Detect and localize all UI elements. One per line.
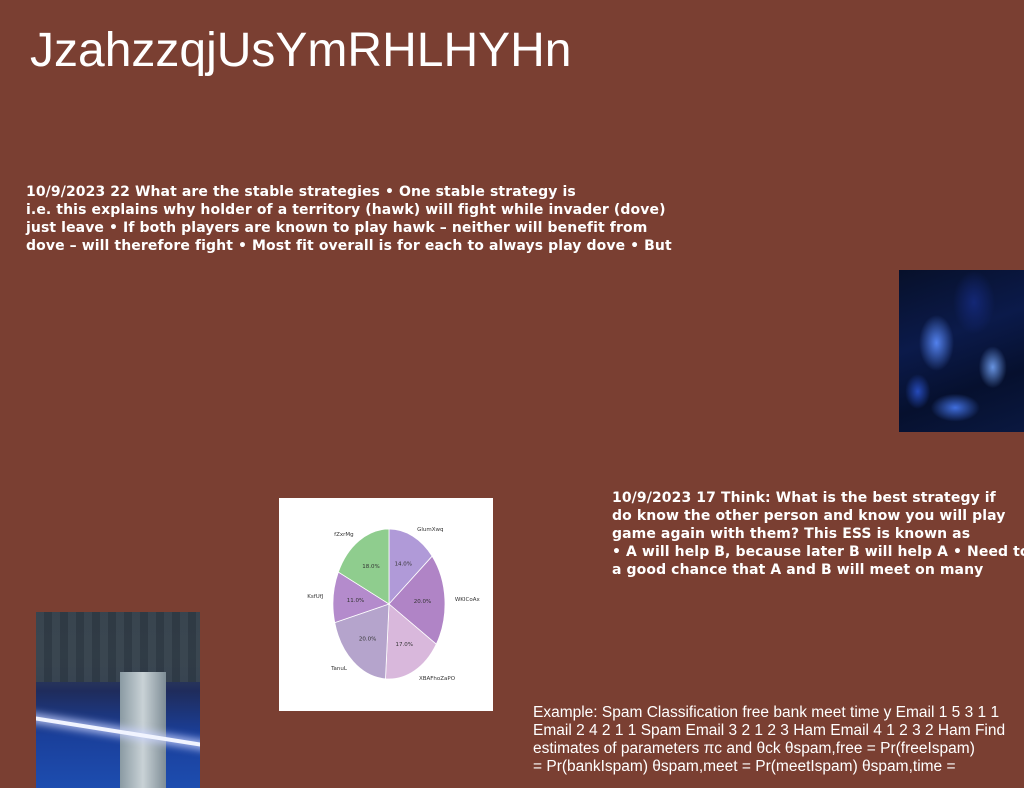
text-line: Email 2 4 2 1 1 Spam Email 3 2 1 2 3 Ham…: [533, 722, 1006, 739]
text-line: a good chance that A and B will meet on …: [612, 562, 984, 578]
pie-percent-label: 14.0%: [395, 561, 412, 567]
text-line: 10/9/2023 17 Think: What is the best str…: [612, 490, 996, 506]
text-line: do know the other person and know you wi…: [612, 508, 1006, 524]
garage-light-strip: [36, 715, 200, 749]
pie-percent-label: 11.0%: [347, 598, 364, 604]
pie-percent-label: 20.0%: [414, 599, 431, 605]
pie-category-label: GlumXwq: [417, 527, 443, 533]
text-block-strategies: 10/9/2023 22 What are the stable strateg…: [26, 183, 672, 255]
pie-category-label: XBAFhoZaPO: [419, 676, 456, 682]
pie-percent-label: 20.0%: [359, 637, 376, 643]
text-line: 10/9/2023 22 What are the stable strateg…: [26, 184, 576, 200]
pie-category-label: fZxrMg: [334, 532, 353, 538]
text-block-think: 10/9/2023 17 Think: What is the best str…: [612, 489, 1024, 579]
pie-percent-label: 18.0%: [362, 564, 379, 570]
page-title: JzahzzqjUsYmRHLHYHn: [30, 24, 572, 77]
garage-ceiling: [36, 612, 200, 682]
text-line: = Pr(bankIspam) θspam,meet = Pr(meetIspa…: [533, 758, 956, 775]
text-block-spam-example: Example: Spam Classification free bank m…: [533, 704, 1005, 776]
pie-category-label: WKICoAx: [455, 597, 481, 603]
text-line: i.e. this explains why holder of a terri…: [26, 202, 666, 218]
parking-garage-photo: [36, 612, 200, 788]
text-line: dove – will therefore fight • Most fit o…: [26, 238, 672, 254]
text-line: just leave • If both players are known t…: [26, 220, 648, 236]
text-line: • A will help B, because later B will he…: [612, 544, 1024, 560]
pie-percent-label: 17.0%: [396, 642, 413, 648]
abstract-blue-photo: [899, 270, 1024, 432]
pie-category-label: TanuL: [330, 666, 348, 672]
text-line: Example: Spam Classification free bank m…: [533, 704, 1000, 721]
pie-category-label: KsfUfJ: [307, 594, 323, 600]
pie-chart: 14.0% GlumXwq 20.0% WKICoAx 17.0% XBAFhoZaPO 2…: [307, 527, 481, 682]
pie-chart-card: 14.0% GlumXwq 20.0% WKICoAx 17.0% XBAFhoZaPO 2…: [279, 498, 493, 711]
text-line: game again with them? This ESS is known …: [612, 526, 971, 542]
text-line: estimates of parameters πc and θck θspam…: [533, 740, 975, 757]
